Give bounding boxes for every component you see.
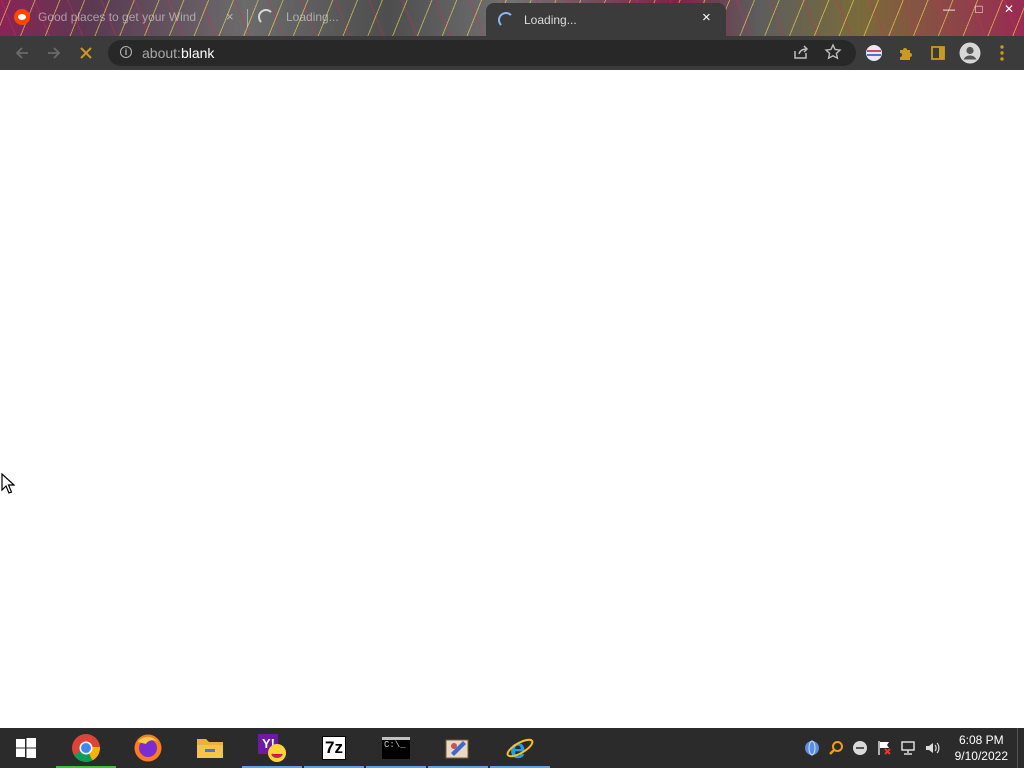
7zip-icon: 7z (322, 736, 346, 760)
taskbar-file-explorer[interactable] (180, 728, 240, 768)
site-info-icon[interactable]: i (120, 46, 132, 58)
speaker-icon (926, 742, 940, 754)
mouse-cursor-icon (1, 473, 15, 494)
menu-kebab-icon (1000, 45, 1004, 61)
loading-spinner-icon (498, 11, 514, 28)
flag-notification-icon (878, 741, 891, 755)
yahoo-messenger-icon: Y! (258, 734, 286, 762)
tray-minus[interactable] (851, 739, 869, 757)
side-panel-button[interactable] (924, 40, 952, 66)
stop-loading-icon (80, 47, 92, 59)
tab-loading[interactable]: Loading... (258, 0, 468, 34)
tab-active[interactable]: Loading... × (486, 3, 726, 36)
show-desktop-button[interactable] (1017, 728, 1024, 768)
taskbar-command-prompt[interactable]: C:\_ (366, 728, 426, 768)
tab-close-button[interactable]: × (226, 9, 234, 24)
share-icon (794, 45, 809, 59)
taskbar-chrome[interactable] (56, 728, 116, 768)
back-button[interactable] (8, 40, 36, 66)
address-bar[interactable]: i about:blank (108, 40, 856, 66)
folder-icon (197, 739, 223, 758)
browser-title-bar: Good places to get your Wind × Loading..… (0, 0, 1024, 36)
chrome-icon (72, 734, 100, 762)
cmd-icon: C:\_ (382, 737, 410, 759)
tray-search[interactable] (827, 739, 845, 757)
back-arrow-icon (15, 47, 28, 59)
firefox-icon (134, 734, 162, 762)
stop-button[interactable] (72, 40, 100, 66)
paint-tool-icon (445, 739, 469, 759)
taskbar-paint-tool[interactable] (428, 728, 488, 768)
browser-menu-button[interactable] (988, 40, 1016, 66)
url-text[interactable]: about:blank (142, 45, 214, 61)
forward-button[interactable] (40, 40, 68, 66)
minus-circle-icon (853, 741, 867, 755)
tab-separator (247, 9, 248, 27)
system-clock[interactable]: 6:08 PM 9/10/2022 (955, 732, 1008, 764)
share-button[interactable] (792, 43, 810, 66)
extensions-button[interactable] (892, 40, 920, 66)
tab-close-button[interactable]: × (702, 9, 711, 26)
minimize-button[interactable]: — (934, 0, 964, 18)
extension-flag-icon (866, 45, 882, 61)
tray-network[interactable] (899, 739, 917, 757)
bookmark-button[interactable] (824, 43, 842, 66)
close-window-button[interactable]: ✕ (994, 0, 1024, 18)
reddit-icon (14, 9, 30, 25)
tray-flag[interactable] (875, 739, 893, 757)
loading-spinner-icon (258, 9, 274, 25)
internet-explorer-icon: e (506, 733, 534, 763)
start-button[interactable] (0, 728, 52, 768)
tab-title: Loading... (524, 12, 577, 27)
extensions-puzzle-icon (900, 48, 912, 60)
profile-avatar-icon (959, 42, 981, 64)
side-panel-icon (931, 46, 945, 60)
taskbar-internet-explorer[interactable]: e (490, 728, 550, 768)
tray-globe[interactable] (803, 739, 821, 757)
clock-time: 6:08 PM (958, 733, 1004, 747)
profile-button[interactable] (956, 40, 984, 66)
bookmark-star-icon (824, 43, 842, 60)
url-scheme: about: (142, 45, 181, 61)
windows-logo-icon (16, 738, 36, 758)
taskbar-7zip[interactable]: 7z (304, 728, 364, 768)
taskbar-yahoo-messenger[interactable]: Y! (242, 728, 302, 768)
windows-taskbar: Y! 7z C:\_ e 6:08 PM 9/10/2022 (0, 728, 1024, 768)
tab-title: Good places to get your Wind (38, 10, 197, 24)
tab-title: Loading... (286, 10, 339, 24)
tray-speaker[interactable] (923, 739, 941, 757)
window-controls: — □ ✕ (934, 0, 1024, 18)
maximize-button[interactable]: □ (964, 0, 994, 18)
forward-arrow-icon (48, 47, 61, 59)
extension-button[interactable] (860, 40, 888, 66)
taskbar-firefox[interactable] (118, 728, 178, 768)
network-icon (901, 741, 915, 755)
clock-date: 9/10/2022 (954, 749, 1008, 763)
browser-toolbar: i about:blank (0, 36, 1024, 70)
tab-reddit[interactable]: Good places to get your Wind × (14, 0, 246, 34)
url-path: blank (180, 45, 215, 61)
page-content[interactable] (0, 70, 1024, 728)
globe-network-icon (805, 740, 819, 756)
search-magnifier-icon (829, 741, 843, 755)
